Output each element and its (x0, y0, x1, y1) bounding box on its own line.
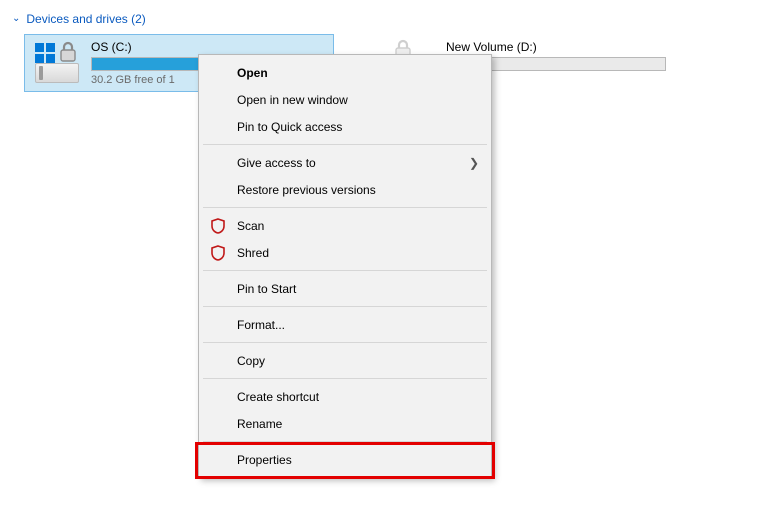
menu-item-label: Scan (237, 219, 264, 233)
menu-item-open-in-new-window[interactable]: Open in new window (201, 86, 489, 113)
lock-icon (59, 41, 77, 63)
menu-separator (203, 378, 487, 379)
menu-item-pin-to-start[interactable]: Pin to Start (201, 275, 489, 302)
menu-item-label: Properties (237, 453, 292, 467)
menu-item-label: Give access to (237, 156, 316, 170)
menu-item-label: Pin to Start (237, 282, 296, 296)
menu-item-pin-to-quick-access[interactable]: Pin to Quick access (201, 113, 489, 140)
section-title: Devices and drives (2) (26, 12, 145, 26)
menu-item-restore-previous-versions[interactable]: Restore previous versions (201, 176, 489, 203)
menu-separator (203, 144, 487, 145)
drive-label: OS (C:) (91, 40, 325, 54)
menu-item-label: Pin to Quick access (237, 120, 342, 134)
menu-item-label: Restore previous versions (237, 183, 376, 197)
context-menu: Open Open in new window Pin to Quick acces… (198, 54, 492, 478)
menu-item-label: Shred (237, 246, 269, 260)
menu-separator (203, 441, 487, 442)
menu-separator (203, 306, 487, 307)
drive-icon (33, 39, 81, 87)
menu-item-properties[interactable]: Properties (201, 446, 489, 473)
menu-item-label: Open in new window (237, 93, 348, 107)
menu-separator (203, 342, 487, 343)
mcafee-shield-icon (209, 244, 227, 262)
mcafee-shield-icon (209, 217, 227, 235)
drive-label: New Volume (D:) (446, 40, 682, 54)
menu-item-shred[interactable]: Shred (201, 239, 489, 266)
menu-item-format[interactable]: Format... (201, 311, 489, 338)
section-header[interactable]: ⌄ Devices and drives (2) (12, 12, 146, 26)
menu-separator (203, 270, 487, 271)
chevron-right-icon: ❯ (469, 156, 479, 170)
menu-item-give-access-to[interactable]: Give access to ❯ (201, 149, 489, 176)
menu-item-label: Copy (237, 354, 265, 368)
menu-item-create-shortcut[interactable]: Create shortcut (201, 383, 489, 410)
menu-item-label: Format... (237, 318, 285, 332)
menu-item-open[interactable]: Open (201, 59, 489, 86)
menu-item-scan[interactable]: Scan (201, 212, 489, 239)
windows-logo-icon (35, 43, 57, 65)
chevron-down-icon: ⌄ (12, 14, 20, 24)
menu-item-label: Create shortcut (237, 390, 319, 404)
menu-separator (203, 207, 487, 208)
menu-item-copy[interactable]: Copy (201, 347, 489, 374)
menu-item-rename[interactable]: Rename (201, 410, 489, 437)
menu-item-label: Open (237, 66, 268, 80)
menu-item-label: Rename (237, 417, 282, 431)
